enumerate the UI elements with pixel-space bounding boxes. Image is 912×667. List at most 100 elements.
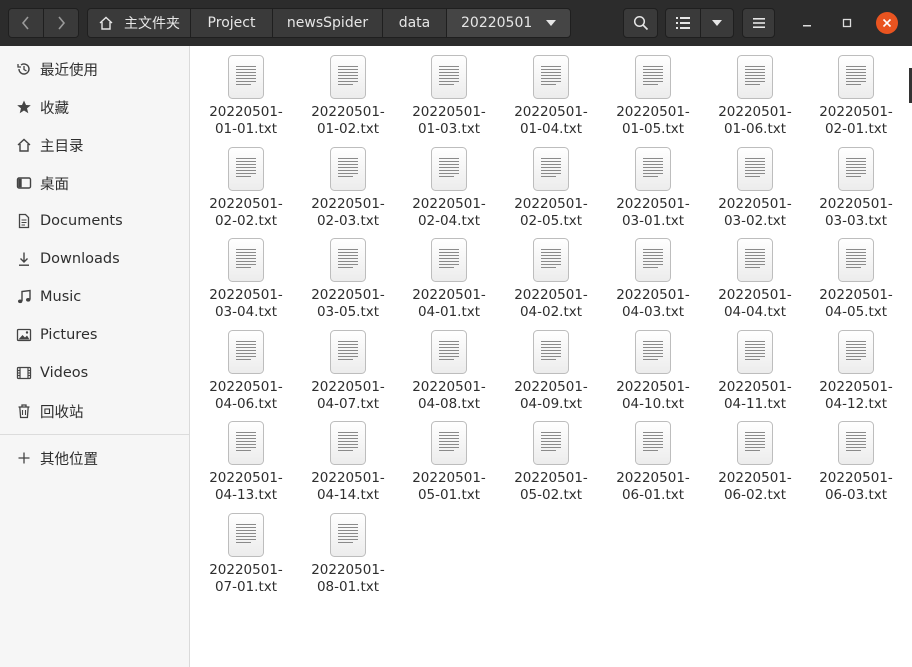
video-icon xyxy=(16,365,32,381)
file-item[interactable]: 20220501- 03-05.txt xyxy=(297,237,399,321)
file-item[interactable]: 20220501- 01-06.txt xyxy=(704,54,806,138)
back-button[interactable] xyxy=(9,9,43,37)
text-file-icon xyxy=(228,55,264,99)
path-crumb-home[interactable]: 主文件夹 xyxy=(88,9,190,37)
music-icon xyxy=(16,289,32,305)
text-file-icon xyxy=(533,238,569,282)
file-item[interactable]: 20220501- 03-02.txt xyxy=(704,146,806,230)
file-name: 20220501- 06-02.txt xyxy=(704,470,806,504)
file-item[interactable]: 20220501- 04-14.txt xyxy=(297,420,399,504)
sidebar-item-videos[interactable]: Videos xyxy=(0,355,189,391)
sidebar-item-downloads[interactable]: Downloads xyxy=(0,241,189,277)
file-item[interactable]: 20220501- 04-07.txt xyxy=(297,329,399,413)
sidebar-item-trash[interactable]: 回收站 xyxy=(0,393,189,429)
text-file-icon xyxy=(228,238,264,282)
sidebar-item-label: Videos xyxy=(40,365,89,381)
file-name-line: 20220501- xyxy=(718,104,792,120)
file-name-line: 20220501- xyxy=(616,470,690,486)
file-name-line: 02-03.txt xyxy=(316,213,380,229)
file-item[interactable]: 20220501- 02-04.txt xyxy=(398,146,500,230)
file-name-line: 20220501- xyxy=(311,470,385,486)
file-item[interactable]: 20220501- 04-13.txt xyxy=(195,420,297,504)
sidebar-item-documents[interactable]: Documents xyxy=(0,203,189,239)
file-item[interactable]: 20220501- 04-01.txt xyxy=(398,237,500,321)
path-crumb-current[interactable]: 20220501 xyxy=(446,9,571,37)
main-menu-button[interactable] xyxy=(742,8,775,38)
file-item[interactable]: 20220501- 03-01.txt xyxy=(602,146,704,230)
file-item[interactable]: 20220501- 06-02.txt xyxy=(704,420,806,504)
sidebar-item-music[interactable]: Music xyxy=(0,279,189,315)
file-item[interactable]: 20220501- 05-01.txt xyxy=(398,420,500,504)
file-item[interactable]: 20220501- 04-06.txt xyxy=(195,329,297,413)
sidebar-item-label: 桌面 xyxy=(40,176,69,193)
search-icon xyxy=(633,15,648,31)
minimize-icon xyxy=(803,25,811,27)
file-item[interactable]: 20220501- 04-11.txt xyxy=(704,329,806,413)
sidebar-item-home[interactable]: 主目录 xyxy=(0,127,189,163)
text-file-icon xyxy=(533,147,569,191)
sidebar-item-starred[interactable]: 收藏 xyxy=(0,89,189,125)
file-item[interactable]: 20220501- 02-05.txt xyxy=(500,146,602,230)
file-item[interactable]: 20220501- 01-02.txt xyxy=(297,54,399,138)
text-file-icon xyxy=(635,55,671,99)
sidebar-item-pictures[interactable]: Pictures xyxy=(0,317,189,353)
file-name-line: 04-07.txt xyxy=(316,396,380,412)
maximize-button[interactable] xyxy=(836,12,858,34)
list-view-button[interactable] xyxy=(666,9,701,37)
file-item[interactable]: 20220501- 02-02.txt xyxy=(195,146,297,230)
view-menu-button[interactable] xyxy=(701,9,733,37)
file-item[interactable]: 20220501- 01-03.txt xyxy=(398,54,500,138)
file-name-line: 04-02.txt xyxy=(519,304,583,320)
file-item[interactable]: 20220501- 04-02.txt xyxy=(500,237,602,321)
file-item[interactable]: 20220501- 02-01.txt xyxy=(805,54,907,138)
file-name: 20220501- 03-05.txt xyxy=(297,287,399,321)
file-item[interactable]: 20220501- 03-03.txt xyxy=(805,146,907,230)
sidebar-item-other-locations[interactable]: 其他位置 xyxy=(0,440,189,476)
text-file-icon xyxy=(737,330,773,374)
text-file-icon xyxy=(431,147,467,191)
file-name: 20220501- 07-01.txt xyxy=(195,562,297,596)
file-name-line: 01-02.txt xyxy=(316,121,380,137)
file-name-line: 20220501- xyxy=(616,287,690,303)
file-item[interactable]: 20220501- 01-04.txt xyxy=(500,54,602,138)
file-item[interactable]: 20220501- 01-01.txt xyxy=(195,54,297,138)
desktop-icon xyxy=(16,175,32,191)
file-name-line: 01-04.txt xyxy=(519,121,583,137)
file-item[interactable]: 20220501- 02-03.txt xyxy=(297,146,399,230)
path-crumb-data[interactable]: data xyxy=(382,9,446,37)
file-item[interactable]: 20220501- 04-08.txt xyxy=(398,329,500,413)
file-item[interactable]: 20220501- 04-03.txt xyxy=(602,237,704,321)
file-name-line: 20220501- xyxy=(209,562,283,578)
file-item[interactable]: 20220501- 05-02.txt xyxy=(500,420,602,504)
file-item[interactable]: 20220501- 03-04.txt xyxy=(195,237,297,321)
path-crumb-newsspider[interactable]: newsSpider xyxy=(272,9,382,37)
file-name-line: 02-05.txt xyxy=(519,213,583,229)
minimize-button[interactable] xyxy=(796,12,818,34)
file-name: 20220501- 04-07.txt xyxy=(297,379,399,413)
file-item[interactable]: 20220501- 08-01.txt xyxy=(297,512,399,596)
file-name: 20220501- 04-09.txt xyxy=(500,379,602,413)
text-file-icon xyxy=(737,421,773,465)
file-name: 20220501- 04-04.txt xyxy=(704,287,806,321)
search-button[interactable] xyxy=(623,8,658,38)
sidebar-item-desktop[interactable]: 桌面 xyxy=(0,165,189,201)
file-item[interactable]: 20220501- 01-05.txt xyxy=(602,54,704,138)
file-item[interactable]: 20220501- 04-10.txt xyxy=(602,329,704,413)
file-item[interactable]: 20220501- 04-05.txt xyxy=(805,237,907,321)
list-view-icon xyxy=(675,17,690,29)
file-item[interactable]: 20220501- 07-01.txt xyxy=(195,512,297,596)
file-name-line: 04-03.txt xyxy=(621,304,685,320)
file-item[interactable]: 20220501- 04-09.txt xyxy=(500,329,602,413)
file-item[interactable]: 20220501- 06-03.txt xyxy=(805,420,907,504)
trash-icon xyxy=(16,403,32,419)
path-crumb-project[interactable]: Project xyxy=(190,9,272,37)
file-item[interactable]: 20220501- 06-01.txt xyxy=(602,420,704,504)
file-item[interactable]: 20220501- 04-12.txt xyxy=(805,329,907,413)
forward-button[interactable] xyxy=(43,9,78,37)
file-item[interactable]: 20220501- 04-04.txt xyxy=(704,237,806,321)
close-button[interactable] xyxy=(876,12,898,34)
sidebar-item-recent[interactable]: 最近使用 xyxy=(0,51,189,87)
file-name-line: 02-01.txt xyxy=(824,121,888,137)
hamburger-menu-icon xyxy=(752,18,765,28)
file-name-line: 06-02.txt xyxy=(723,487,787,503)
